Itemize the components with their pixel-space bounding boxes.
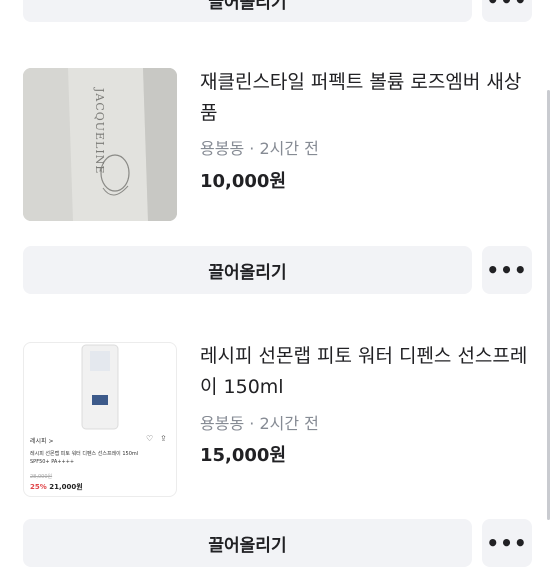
product-thumbnail[interactable]: JACQUELINE	[23, 68, 177, 221]
bump-label: 끌어올리기	[208, 262, 287, 283]
meta-separator: ·	[249, 414, 260, 433]
more-icon: •••	[486, 258, 528, 282]
thumb-discount: 25%	[30, 483, 47, 491]
more-icon: •••	[486, 531, 528, 555]
item-location: 용봉동	[200, 139, 245, 158]
item-title[interactable]: 재클린스타일 퍼펙트 볼륨 로즈엠버 새상품	[200, 67, 530, 129]
item-time: 2시간 전	[259, 139, 319, 158]
more-icon: •••	[486, 0, 528, 12]
thumb-brand-text: JACQUELINE	[93, 88, 106, 175]
item-price: 15,000원	[200, 445, 287, 466]
more-button[interactable]: •••	[482, 519, 532, 567]
bump-button-top[interactable]: 끌어올리기	[23, 0, 472, 22]
bump-button[interactable]: 끌어올리기	[23, 519, 472, 567]
item-title[interactable]: 레시피 선몬랩 피토 워터 디펜스 선스프레이 150ml	[200, 341, 530, 403]
heart-icon: ♡	[146, 434, 154, 443]
thumb-seller: 레시피 >	[30, 438, 54, 445]
bump-label: 끌어올리기	[208, 535, 287, 556]
thumb-product-line1: 레시피 선몬랩 피토 워터 디펜스 선스프레이 150ml	[30, 451, 139, 457]
thumb-price-row: 25% 21,000원	[30, 482, 83, 492]
share-icon: ⇪	[160, 434, 167, 443]
item-time: 2시간 전	[259, 414, 319, 433]
scrollbar[interactable]	[547, 90, 550, 520]
item-meta: 용봉동 · 2시간 전	[200, 410, 319, 434]
bump-button[interactable]: 끌어올리기	[23, 246, 472, 294]
thumb-sale-price: 21,000원	[49, 483, 83, 491]
more-button-top[interactable]: •••	[482, 0, 532, 22]
item-meta: 용봉동 · 2시간 전	[200, 135, 319, 159]
thumb-product-line2: SPF50+ PA++++	[30, 459, 75, 465]
meta-separator: ·	[249, 139, 260, 158]
bump-label: 끌어올리기	[208, 0, 287, 13]
item-price: 10,000원	[200, 171, 287, 192]
thumb-old-price: 28,000원	[30, 474, 53, 480]
item-location: 용봉동	[200, 414, 245, 433]
more-button[interactable]: •••	[482, 246, 532, 294]
product-thumbnail[interactable]: 레시피 > ♡ ⇪ 레시피 선몬랩 피토 워터 디펜스 선스프레이 150ml …	[23, 342, 177, 497]
